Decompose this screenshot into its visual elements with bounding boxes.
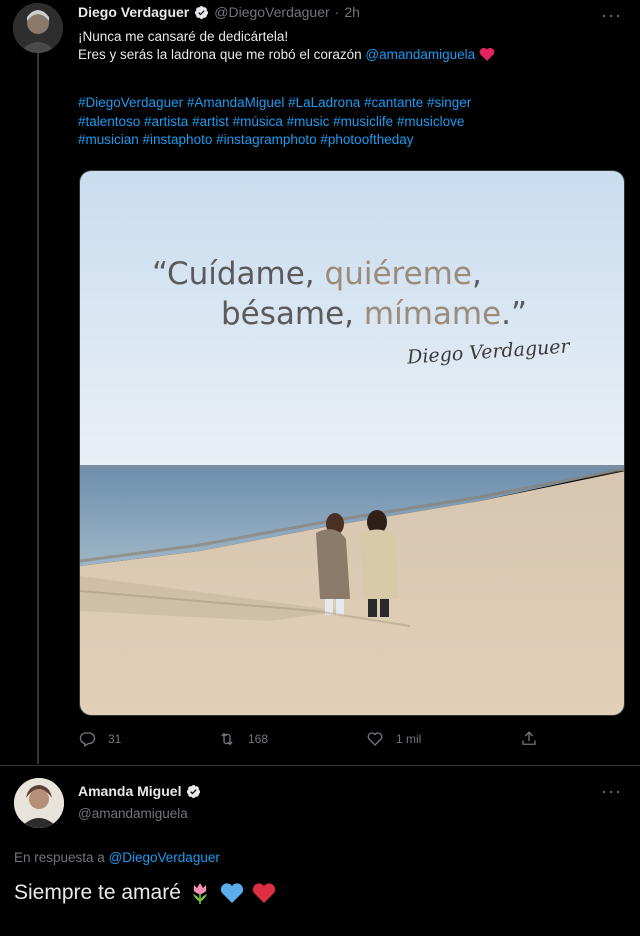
verified-badge-icon <box>187 784 201 798</box>
quote-part-a: “Cuídame, <box>152 256 325 292</box>
quote-part-c: , <box>471 256 482 292</box>
author-name[interactable]: Diego Verdaguer <box>78 4 189 20</box>
hashtags-line-2[interactable]: #talentoso #artista #artist #música #mus… <box>78 113 578 132</box>
like-icon <box>367 732 383 746</box>
reply-text-content: Siempre te amaré <box>14 881 181 904</box>
time-separator: · <box>334 4 340 20</box>
retweet-button[interactable]: 168 <box>218 730 268 748</box>
reply-avatar[interactable] <box>14 778 64 828</box>
hashtags-line-1[interactable]: #DiegoVerdaguer #AmandaMiguel #LaLadrona… <box>78 94 578 113</box>
tweet-text-line-1: ¡Nunca me cansaré de dedicártela! <box>78 29 289 44</box>
tweet[interactable]: Diego Verdaguer @DiegoVerdaguer · 2h ···… <box>0 0 640 765</box>
quote-line-2: bésame, mímame.” <box>221 293 527 335</box>
like-count: 1 mil <box>396 732 422 746</box>
reply-more-options-button[interactable]: ··· <box>601 782 622 800</box>
heart-icon <box>479 47 495 61</box>
thread-line <box>37 52 39 764</box>
avatar[interactable] <box>13 3 63 53</box>
share-icon <box>522 731 536 745</box>
retweet-count: 168 <box>248 732 269 746</box>
tweet-actions: 31 168 1 mil <box>78 730 548 752</box>
mention-link[interactable]: @amandamiguela <box>365 47 475 62</box>
hashtags-line-3[interactable]: #musician #instaphoto #instagramphoto #p… <box>78 131 578 150</box>
retweet-icon <box>221 732 233 746</box>
reply-button[interactable]: 31 <box>78 730 121 748</box>
reply-text: Siempre te amaré <box>14 880 277 906</box>
tweet-media-image[interactable]: “Cuídame, quiéreme, bésame, mímame.” Die… <box>79 170 625 716</box>
red-heart-emoji-icon <box>252 883 276 903</box>
timestamp[interactable]: 2h <box>344 4 360 20</box>
tulip-emoji-icon <box>192 883 207 904</box>
author-handle[interactable]: @DiegoVerdaguer <box>214 4 329 20</box>
quote-line-1: “Cuídame, quiéreme, <box>152 253 482 295</box>
blue-heart-emoji-icon <box>220 883 244 903</box>
reply-icon <box>79 732 96 747</box>
reply-author-handle[interactable]: @amandamiguela <box>78 806 188 821</box>
replying-to: En respuesta a @DiegoVerdaguer <box>14 850 220 865</box>
share-button[interactable] <box>520 730 538 748</box>
hashtags[interactable]: #DiegoVerdaguer #AmandaMiguel #LaLadrona… <box>78 94 578 150</box>
tweet-header: Diego Verdaguer @DiegoVerdaguer · 2h <box>78 4 360 20</box>
replying-to-mention[interactable]: @DiegoVerdaguer <box>109 850 220 865</box>
reply-header: Amanda Miguel <box>78 783 201 799</box>
verified-badge-icon <box>195 5 209 19</box>
reply-count: 31 <box>108 732 122 746</box>
quote-part-e: mímame <box>363 296 502 332</box>
tweet-text-line-2: Eres y serás la ladrona que me robó el c… <box>78 46 618 64</box>
replying-to-label: En respuesta a <box>14 850 109 865</box>
like-button[interactable]: 1 mil <box>366 730 421 748</box>
tweet-divider <box>0 765 640 766</box>
tweet-text-line-2-prefix: Eres y serás la ladrona que me robó el c… <box>78 47 362 62</box>
more-options-button[interactable]: ··· <box>601 6 622 24</box>
quote-part-f: .” <box>501 296 528 332</box>
quote-part-d: bésame, <box>221 296 364 332</box>
reply-author-name[interactable]: Amanda Miguel <box>78 783 181 799</box>
quote-part-b: quiéreme <box>324 256 472 292</box>
tweet-text: ¡Nunca me cansaré de dedicártela! Eres y… <box>78 28 618 64</box>
